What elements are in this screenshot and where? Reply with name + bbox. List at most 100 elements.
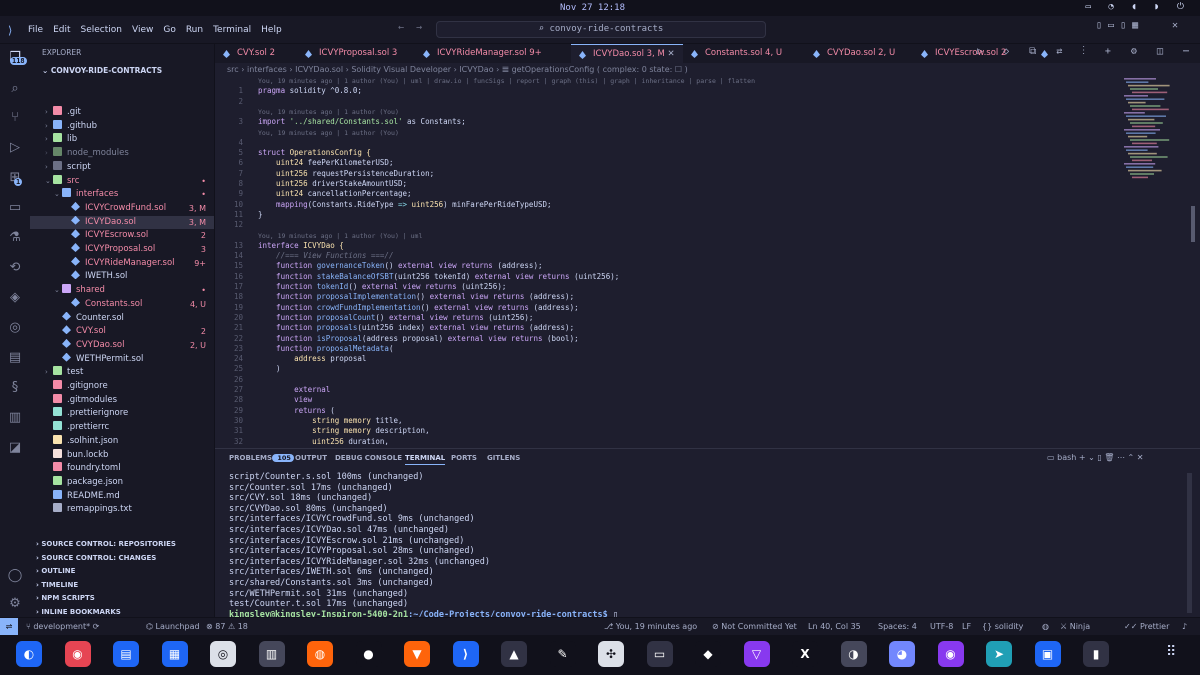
folder-script[interactable]: › script bbox=[30, 160, 214, 174]
book-icon[interactable]: ▤ bbox=[7, 350, 23, 366]
game-icon[interactable]: ◆ bbox=[695, 641, 721, 667]
search-icon[interactable]: ⌕ bbox=[7, 81, 23, 97]
code-line[interactable]: pragma solidity ^0.8.0; bbox=[258, 86, 362, 96]
docker-icon[interactable]: ◎ bbox=[7, 320, 23, 336]
app-icon[interactable]: ◐ bbox=[16, 641, 42, 667]
code-line[interactable]: function stakeBalanceOfSBT(uint256 token… bbox=[258, 272, 619, 282]
panel-tab-terminal[interactable]: TERMINAL bbox=[405, 454, 446, 465]
copilot-icon[interactable]: ◍ bbox=[1042, 622, 1049, 631]
panel-tab-gitlens[interactable]: GITLENS bbox=[487, 454, 520, 462]
workspace-root[interactable]: ⌄ CONVOY-RIDE-CONTRACTS bbox=[42, 66, 162, 75]
editor-scrollbar[interactable] bbox=[1191, 206, 1195, 242]
tab-0[interactable]: CVY.sol 2 bbox=[215, 44, 297, 63]
terminal-shell-selector[interactable]: ▭ bash + ⌄ ▯ 🗑 ⋯ ⌃ ✕ bbox=[1047, 453, 1144, 462]
folder-src[interactable]: ⌄ src • bbox=[30, 174, 214, 188]
code-line[interactable]: ) bbox=[258, 364, 281, 374]
github-icon[interactable]: ● bbox=[355, 641, 382, 667]
forward-arrow-icon[interactable]: → bbox=[416, 22, 422, 33]
menu-go[interactable]: Go bbox=[163, 25, 175, 35]
commit-indicator[interactable]: ⊘ Not Committed Yet bbox=[712, 622, 797, 631]
file-item[interactable]: remappings.txt bbox=[30, 503, 214, 516]
tab-1[interactable]: ICVYProposal.sol 3 bbox=[297, 44, 415, 63]
code-line[interactable]: function proposalImplementation() extern… bbox=[258, 292, 574, 302]
code-line[interactable]: address proposal bbox=[258, 354, 366, 364]
section-npm-scripts[interactable]: › NPM SCRIPTS bbox=[36, 594, 95, 602]
docs-icon[interactable]: ▦ bbox=[161, 641, 188, 667]
cursor-position[interactable]: Ln 40, Col 35 bbox=[808, 622, 861, 631]
panel-tab-ports[interactable]: PORTS bbox=[451, 454, 477, 462]
code-line[interactable]: external bbox=[258, 385, 330, 395]
tab-7[interactable]: I bbox=[1033, 44, 1055, 63]
menu-terminal[interactable]: Terminal bbox=[213, 25, 251, 35]
tab-3[interactable]: ICVYDao.sol 3, M ✕ bbox=[571, 44, 683, 63]
file-item[interactable]: .solhint.json bbox=[30, 434, 214, 448]
command-center[interactable]: ⌕ convoy-ride-contracts bbox=[436, 21, 766, 38]
x-icon[interactable]: X bbox=[792, 641, 818, 667]
menu-view[interactable]: View bbox=[132, 25, 153, 35]
code-line[interactable]: string memory description, bbox=[258, 426, 429, 436]
code-line[interactable]: //=== View Functions ===// bbox=[258, 251, 393, 261]
vscode-icon[interactable]: ⟩ bbox=[452, 641, 479, 667]
brave-icon[interactable]: ▼ bbox=[404, 641, 430, 667]
code-line[interactable]: uint256 driverStakeAmountUSD; bbox=[258, 179, 407, 189]
file-item[interactable]: CVYDao.sol 2, U bbox=[30, 338, 214, 352]
menu-run[interactable]: Run bbox=[186, 25, 203, 35]
file-item[interactable]: ICVYRideManager.sol 9+ bbox=[30, 256, 214, 270]
file-item[interactable]: foundry.toml bbox=[30, 462, 214, 475]
code-line[interactable]: uint24 feePerKilometerUSD; bbox=[258, 158, 393, 168]
section-inline-bookmarks[interactable]: › INLINE BOOKMARKS bbox=[36, 608, 121, 616]
notifications-bell-icon[interactable]: ♪ bbox=[1182, 622, 1187, 631]
chart-icon[interactable]: ▥ bbox=[7, 410, 23, 426]
folder-lib[interactable]: › lib bbox=[30, 133, 214, 146]
file-item[interactable]: .prettierrc bbox=[30, 421, 214, 434]
code-editor[interactable]: You, 19 minutes ago | 1 author (You) | u… bbox=[215, 76, 1200, 448]
testing-icon[interactable]: ⚗ bbox=[7, 230, 23, 246]
file-item[interactable]: bun.lockb bbox=[30, 448, 214, 462]
code-line[interactable]: function proposalMetadata( bbox=[258, 344, 393, 354]
folder-github[interactable]: › .github bbox=[30, 119, 214, 133]
menu-file[interactable]: File bbox=[28, 25, 43, 35]
code-line[interactable]: function tokenId() external view returns… bbox=[258, 282, 506, 292]
language-mode[interactable]: {} solidity bbox=[982, 622, 1023, 631]
code-line[interactable]: function isProposal(address proposal) ex… bbox=[258, 334, 579, 344]
section-source-control-repositories[interactable]: › SOURCE CONTROL: REPOSITORIES bbox=[36, 540, 176, 548]
file-item[interactable]: ICVYCrowdFund.sol 3, M bbox=[30, 201, 214, 215]
system-clock[interactable]: Nov 27 12:18 bbox=[560, 3, 625, 13]
code-lens[interactable]: You, 19 minutes ago | 1 author (You) | u… bbox=[258, 76, 755, 86]
remote-icon[interactable]: ▭ bbox=[7, 200, 23, 216]
remote-indicator-icon[interactable]: ⇌ bbox=[0, 618, 18, 635]
code-line[interactable]: uint256 requestPersistenceDuration; bbox=[258, 169, 434, 179]
close-window-button[interactable]: ✕ bbox=[1172, 20, 1178, 31]
prettier-indicator[interactable]: ✓✓ Prettier bbox=[1124, 622, 1169, 631]
system-tray[interactable]: ▭ ◔ ◖ ◗ ⏻ bbox=[1086, 2, 1190, 12]
terminal-icon[interactable]: ▭ bbox=[646, 641, 673, 667]
telegram-icon[interactable]: ➤ bbox=[986, 641, 1012, 667]
code-line[interactable]: function proposalCount() external view r… bbox=[258, 313, 533, 323]
settings-gear-icon[interactable]: ⚙ bbox=[7, 596, 23, 612]
drawing-icon[interactable]: ✎ bbox=[549, 641, 576, 667]
rhythmbox-icon[interactable]: ◎ bbox=[210, 641, 236, 667]
file-item[interactable]: IWETH.sol bbox=[30, 270, 214, 283]
code-lens[interactable]: You, 19 minutes ago | 1 author (You) bbox=[258, 128, 399, 138]
layout-toggle-icons[interactable]: ▯ ▭ ▯ ▦ bbox=[1096, 20, 1138, 31]
file-item[interactable]: ICVYDao.sol 3, M bbox=[30, 215, 214, 229]
indentation[interactable]: Spaces: 4 bbox=[878, 622, 917, 631]
folder-git[interactable]: › .git bbox=[30, 106, 214, 119]
section-source-control-changes[interactable]: › SOURCE CONTROL: CHANGES bbox=[36, 554, 156, 562]
workspace-icon[interactable]: ▣ bbox=[1034, 641, 1061, 667]
proton-icon[interactable]: ▽ bbox=[743, 641, 770, 667]
encoding[interactable]: UTF-8 bbox=[930, 622, 953, 631]
folder-shared[interactable]: ⌄ shared • bbox=[30, 284, 214, 297]
folder-test[interactable]: › test bbox=[30, 366, 214, 379]
menu-edit[interactable]: Edit bbox=[53, 25, 70, 35]
solidity-icon[interactable]: § bbox=[7, 380, 23, 396]
tab-2[interactable]: ICVYRideManager.sol 9+ bbox=[415, 44, 571, 63]
line-ending[interactable]: LF bbox=[962, 622, 971, 631]
folder-interfaces[interactable]: ⌄ interfaces • bbox=[30, 188, 214, 201]
panel-tab-problems[interactable]: PROBLEMS 105 bbox=[229, 454, 294, 462]
menu-selection[interactable]: Selection bbox=[81, 25, 122, 35]
code-lens[interactable]: You, 19 minutes ago | 1 author (You) | u… bbox=[258, 231, 422, 241]
files-icon[interactable]: ▤ bbox=[113, 641, 139, 667]
firefox-icon[interactable]: ◉ bbox=[64, 641, 91, 667]
file-item[interactable]: .gitmodules bbox=[30, 393, 214, 407]
